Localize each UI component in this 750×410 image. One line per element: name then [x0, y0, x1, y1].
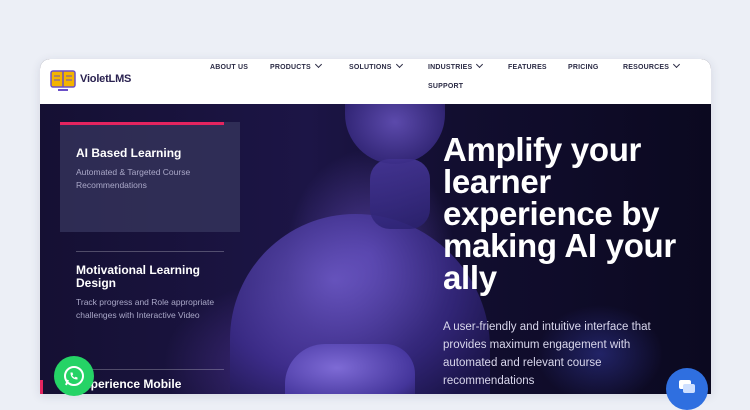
nav-products[interactable]: PRODUCTS [270, 60, 322, 71]
site-header: VioletLMS ABOUT US PRODUCTS SOLUTIONS IN… [40, 59, 711, 104]
chevron-down-icon [395, 60, 403, 69]
feature-title: Motivational Learning Design [76, 263, 201, 290]
chevron-down-icon [673, 60, 681, 69]
nav-label: PRODUCTS [270, 64, 311, 71]
whatsapp-button[interactable] [54, 356, 94, 396]
hero-section: AI Based Learning Automated & Targeted C… [40, 104, 711, 394]
active-indicator [60, 122, 224, 125]
feature-divider [76, 369, 224, 370]
nav-industries[interactable]: INDUSTRIES [428, 60, 484, 71]
nav-label: SUPPORT [428, 83, 464, 90]
feature-title: Experience Mobile [76, 377, 182, 391]
nav-label: FEATURES [508, 64, 547, 71]
nav-pricing[interactable]: PRICING [568, 64, 599, 71]
feature-card-ai-learning[interactable]: AI Based Learning Automated & Targeted C… [60, 122, 240, 232]
nav-support[interactable]: SUPPORT [428, 83, 463, 90]
nav-label: PRICING [568, 64, 599, 71]
chat-button[interactable] [666, 368, 708, 410]
accent-marker [40, 380, 43, 394]
hero-image-head [345, 104, 445, 164]
hero-headline: Amplify your learner experience by makin… [443, 131, 676, 296]
book-icon [50, 70, 76, 91]
feature-list: AI Based Learning Automated & Targeted C… [40, 104, 260, 394]
brand-name: VioletLMS [80, 73, 132, 85]
feature-title: AI Based Learning [76, 146, 182, 160]
chevron-down-icon [314, 60, 322, 69]
nav-label: RESOURCES [623, 64, 670, 71]
nav-label: ABOUT US [210, 64, 249, 71]
hero-subtext: A user-friendly and intuitive interface … [443, 321, 651, 387]
nav-label: INDUSTRIES [428, 64, 473, 71]
nav-resources[interactable]: RESOURCES [623, 60, 681, 71]
nav-about-us[interactable]: ABOUT US [210, 64, 248, 71]
whatsapp-icon [64, 366, 84, 386]
hero-image-neck [370, 159, 430, 229]
nav-solutions[interactable]: SOLUTIONS [349, 60, 403, 71]
feature-card-motivational[interactable]: Motivational Learning Design Track progr… [60, 254, 240, 364]
feature-divider [76, 251, 224, 252]
chevron-down-icon [476, 60, 484, 69]
chat-icon [679, 380, 695, 393]
brand-logo[interactable]: VioletLMS [48, 65, 148, 95]
browser-frame: VioletLMS ABOUT US PRODUCTS SOLUTIONS IN… [40, 59, 711, 394]
hero-image-hand [285, 344, 415, 394]
nav-label: SOLUTIONS [349, 64, 392, 71]
feature-description: Automated & Targeted Course Recommendati… [76, 167, 191, 190]
nav-features[interactable]: FEATURES [508, 64, 547, 71]
feature-description: Track progress and Role appropriate chal… [76, 297, 215, 320]
